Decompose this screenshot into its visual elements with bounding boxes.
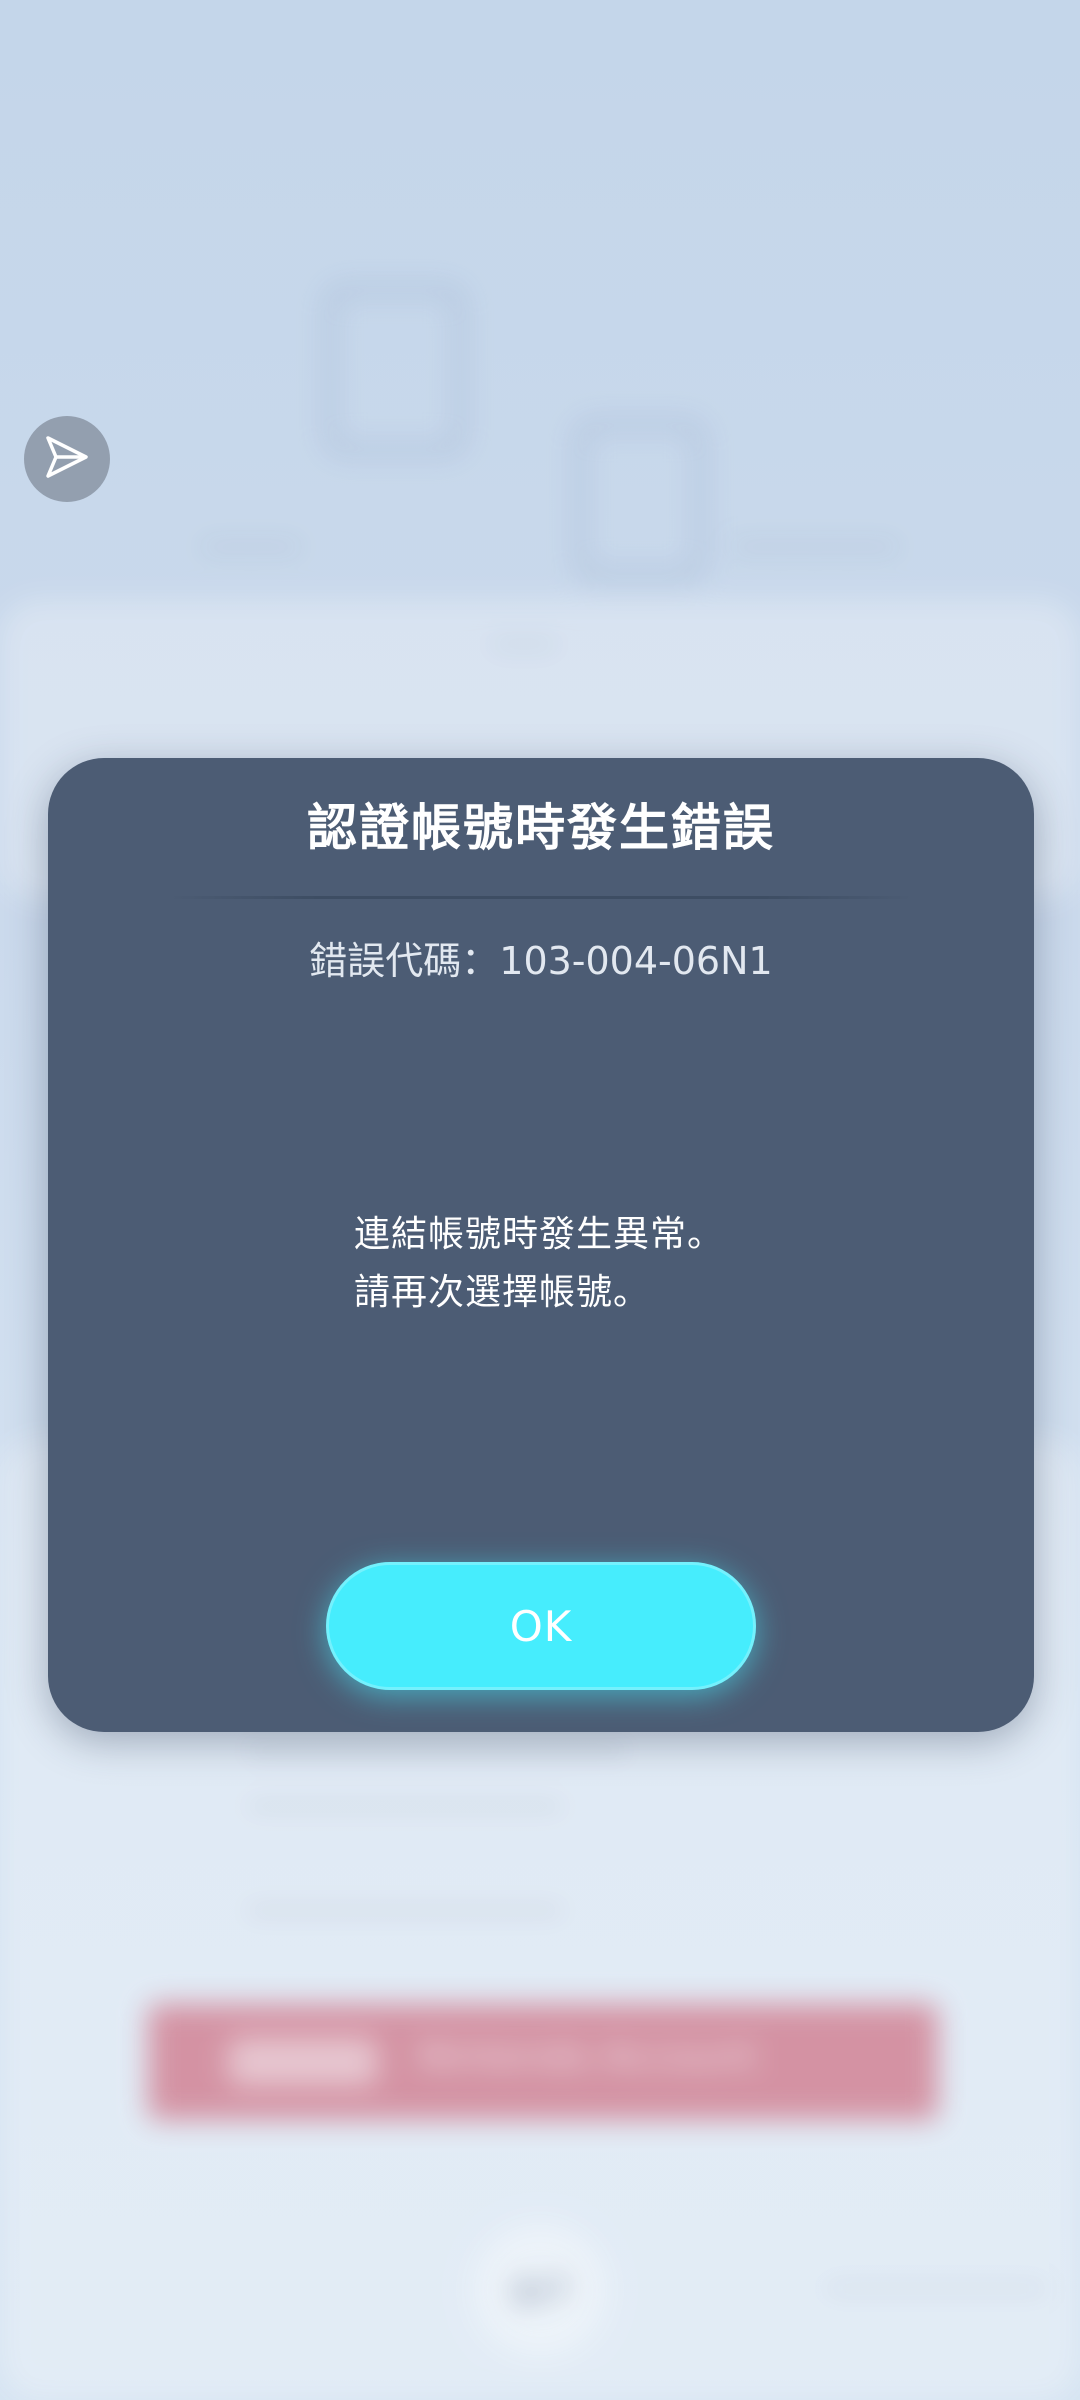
bg-text: ——————————	[245, 1785, 565, 1823]
bg-text: ——————————	[245, 1889, 565, 1927]
send-arrow-icon	[42, 432, 92, 486]
error-dialog: 認證帳號時發生錯誤 錯誤代碼：103-004-06N1 連結帳號時發生異常。 請…	[48, 758, 1034, 1732]
message-line: 請再次選擇帳號。	[354, 1272, 651, 1313]
dialog-message: 連結帳號時發生異常。 請再次選擇帳號。	[354, 1206, 724, 1322]
bg-label: ——	[490, 622, 558, 662]
bg-app-icon	[325, 285, 465, 455]
bg-footer-text: ————————	[824, 2270, 1048, 2303]
message-line: 連結帳號時發生異常。	[354, 1214, 725, 1255]
bg-pink-chip	[228, 2038, 378, 2086]
bg-nintendo-account-label: Nintendo Account	[418, 2034, 757, 2078]
return-arrow-icon: ↩	[472, 2222, 608, 2358]
floating-bubble[interactable]	[24, 416, 110, 502]
ok-button[interactable]: OK	[326, 1562, 756, 1690]
bg-nintendo-account-button: Nintendo Account	[148, 2004, 938, 2120]
error-code: 錯誤代碼：103-004-06N1	[309, 939, 773, 983]
screen: ——— ————— —— ———————————— —————————— ———…	[0, 0, 1080, 2400]
dialog-divider	[168, 896, 914, 899]
bg-label: —————	[730, 525, 900, 565]
bg-label: ———	[200, 525, 302, 565]
bg-app-icon	[575, 420, 705, 580]
dialog-title: 認證帳號時發生錯誤	[307, 799, 775, 857]
